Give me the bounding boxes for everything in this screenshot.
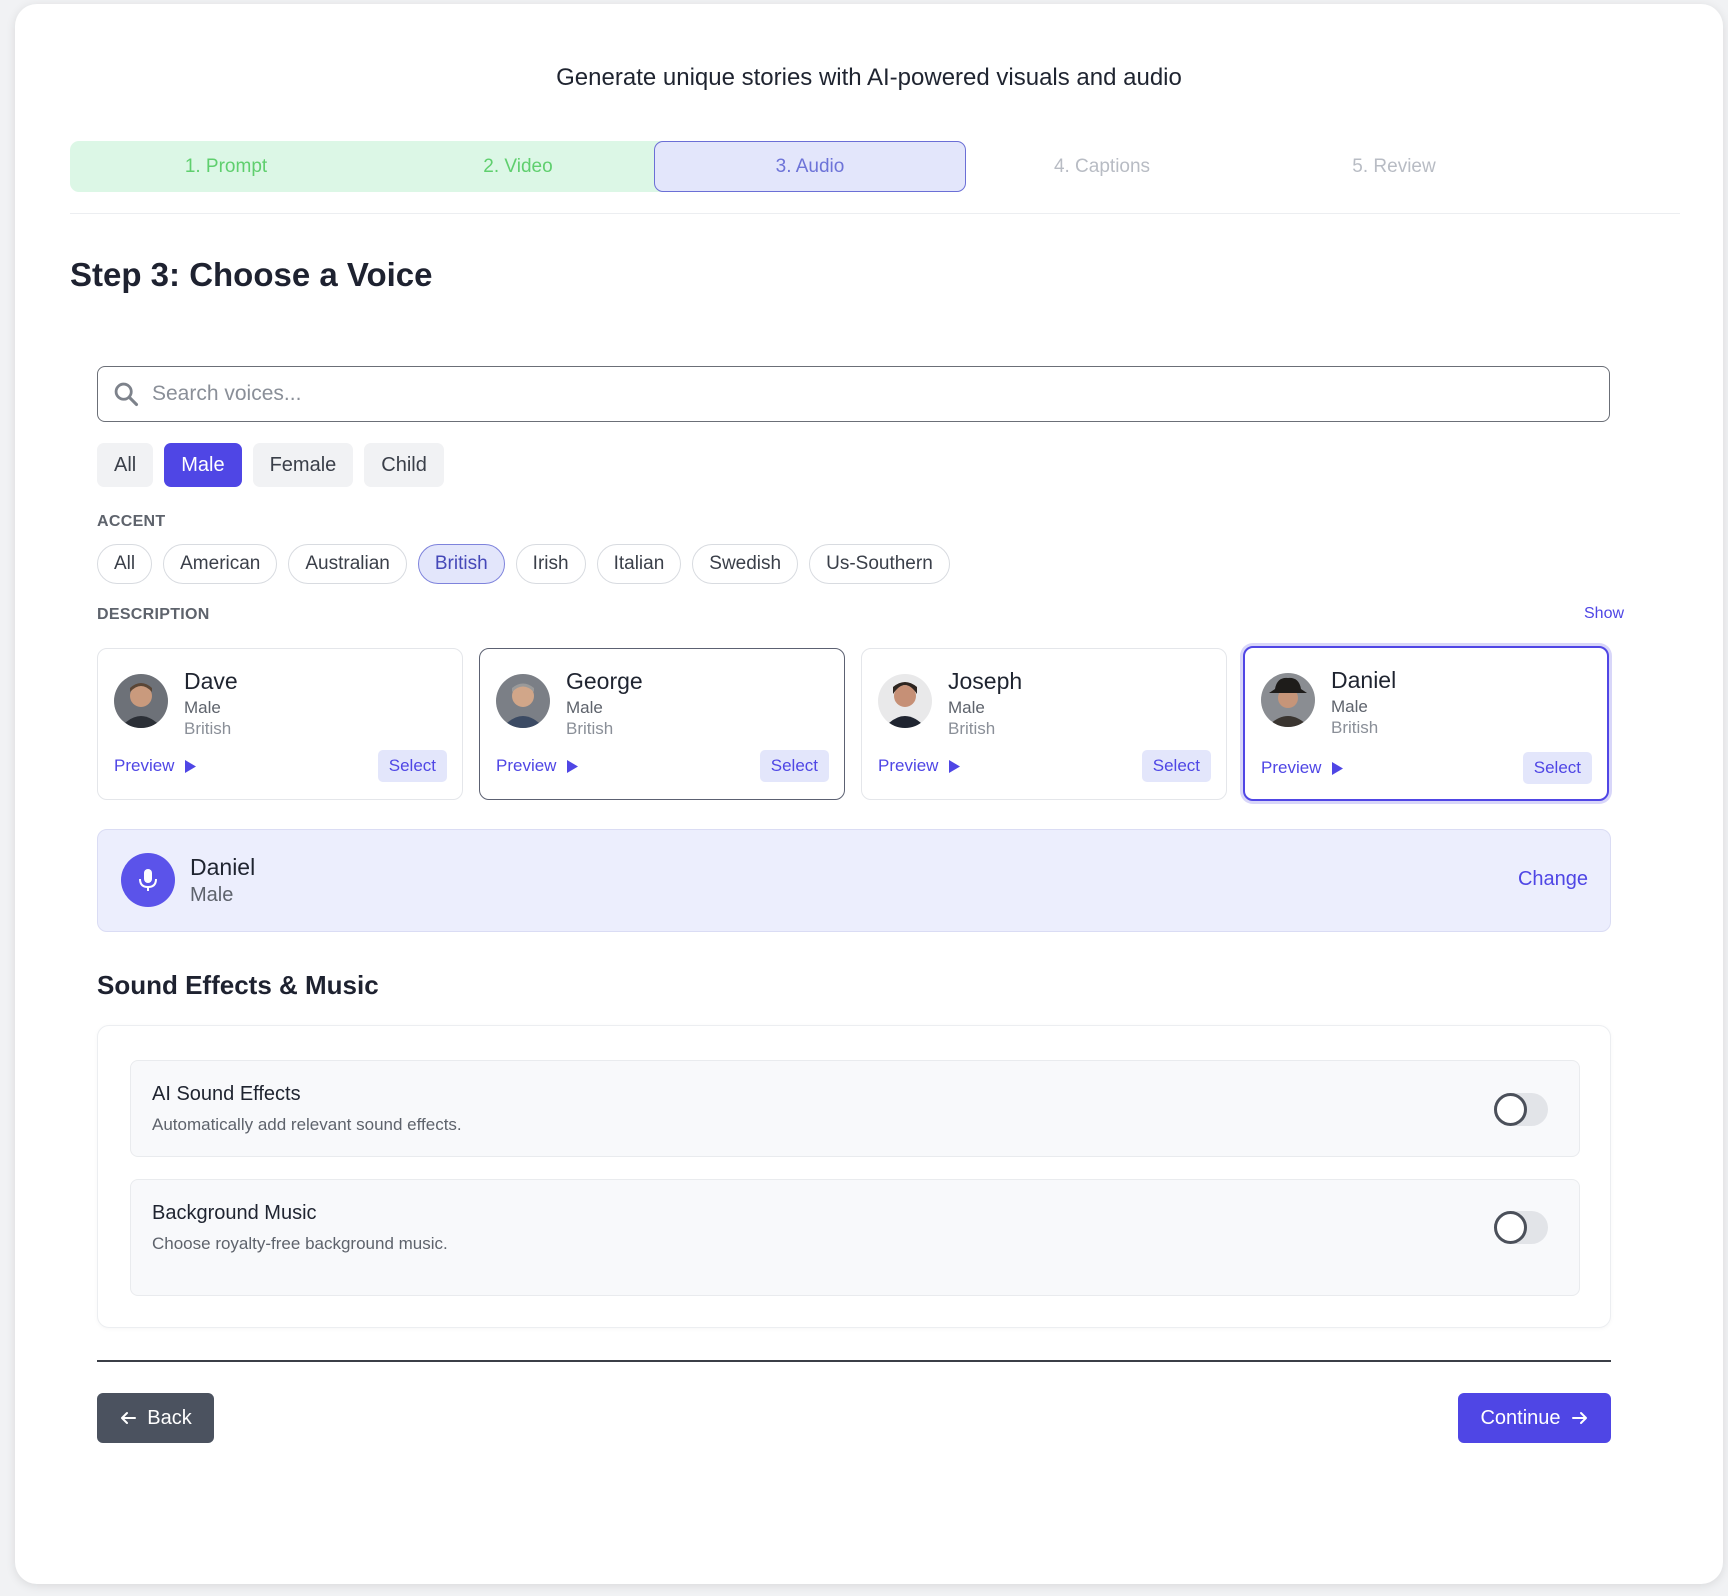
selected-voice-panel: Daniel Male Change — [97, 829, 1611, 932]
voice-card-dave[interactable]: Dave Male British Preview Select — [97, 648, 463, 800]
option-title: Background Music — [152, 1202, 317, 1224]
voice-name: Dave — [184, 668, 238, 694]
step-progress: 1. Prompt 2. Video 3. Audio 4. Captions … — [70, 141, 1680, 214]
change-voice-link[interactable]: Change — [1518, 868, 1588, 891]
description-label: DESCRIPTION — [97, 606, 210, 623]
preview-button[interactable]: Preview — [1261, 758, 1344, 778]
voice-accent: British — [948, 719, 996, 738]
toggle-knob — [1494, 1211, 1527, 1244]
option-description: Choose royalty-free background music. — [152, 1234, 448, 1253]
voice-card-george[interactable]: George Male British Preview Select — [479, 648, 845, 800]
option-background-music: Background Music Choose royalty-free bac… — [130, 1179, 1580, 1296]
search-input[interactable] — [152, 367, 1609, 421]
voice-accent: British — [1331, 718, 1379, 737]
gender-filter-all[interactable]: All — [97, 443, 154, 487]
avatar — [496, 674, 550, 728]
option-description: Automatically add relevant sound effects… — [152, 1115, 462, 1134]
gender-filter: All Male Female Child — [97, 443, 444, 487]
voice-name: Daniel — [1331, 667, 1397, 693]
select-button[interactable]: Select — [377, 750, 447, 782]
arrow-right-icon — [1571, 1412, 1587, 1424]
step-audio[interactable]: 3. Audio — [654, 141, 966, 192]
back-button[interactable]: Back — [97, 1393, 214, 1443]
accent-filter-us-southern[interactable]: Us-Southern — [809, 544, 950, 584]
search-icon — [114, 382, 139, 407]
preview-button[interactable]: Preview — [114, 756, 197, 776]
page-title: Step 3: Choose a Voice — [70, 256, 433, 293]
accent-filter-british[interactable]: British — [417, 544, 505, 584]
background-music-toggle[interactable] — [1494, 1211, 1548, 1244]
microphone-icon — [121, 853, 175, 907]
accent-label: ACCENT — [97, 513, 166, 530]
avatar — [1261, 673, 1315, 727]
voice-name: Joseph — [948, 668, 1023, 694]
gender-filter-male[interactable]: Male — [164, 443, 242, 487]
select-button[interactable]: Select — [1141, 750, 1211, 782]
avatar — [878, 674, 932, 728]
ai-sound-effects-toggle[interactable] — [1494, 1093, 1548, 1126]
voice-card-joseph[interactable]: Joseph Male British Preview Select — [861, 648, 1227, 800]
gender-filter-female[interactable]: Female — [252, 443, 354, 487]
accent-filter-american[interactable]: American — [163, 544, 278, 584]
preview-button[interactable]: Preview — [496, 756, 579, 776]
tagline: Generate unique stories with AI-powered … — [556, 64, 1182, 91]
accent-filter-italian[interactable]: Italian — [596, 544, 682, 584]
voice-gender: Male — [948, 698, 985, 717]
voice-name: George — [566, 668, 643, 694]
step-video[interactable]: 2. Video — [362, 141, 674, 192]
step-captions: 4. Captions — [1053, 155, 1151, 177]
accent-filter-australian[interactable]: Australian — [288, 544, 407, 584]
show-description-link[interactable]: Show — [1584, 605, 1624, 623]
play-icon — [567, 759, 579, 773]
voice-list: Dave Male British Preview Select George … — [97, 646, 1611, 801]
sound-section-title: Sound Effects & Music — [97, 970, 379, 1000]
voice-accent: British — [566, 719, 614, 738]
sound-options-panel: AI Sound Effects Automatically add relev… — [97, 1025, 1611, 1328]
accent-filter-irish[interactable]: Irish — [515, 544, 586, 584]
voice-gender: Male — [184, 698, 221, 717]
play-icon — [1332, 761, 1344, 775]
selected-voice-gender: Male — [190, 884, 234, 906]
accent-filter-swedish[interactable]: Swedish — [692, 544, 799, 584]
voice-gender: Male — [1331, 697, 1368, 716]
accent-filter: All American Australian British Irish It… — [97, 544, 950, 584]
voice-accent: British — [184, 719, 232, 738]
option-ai-sound-effects: AI Sound Effects Automatically add relev… — [130, 1060, 1580, 1157]
voice-card-daniel[interactable]: Daniel Male British Preview Select — [1243, 646, 1609, 801]
accent-filter-all[interactable]: All — [97, 544, 153, 584]
selected-voice-name: Daniel — [190, 854, 256, 880]
select-button[interactable]: Select — [1522, 752, 1592, 784]
arrow-left-icon — [121, 1412, 137, 1424]
voice-search — [97, 366, 1610, 422]
divider — [97, 1360, 1611, 1362]
option-title: AI Sound Effects — [152, 1083, 301, 1105]
voice-gender: Male — [566, 698, 603, 717]
step-review: 5. Review — [1352, 155, 1436, 177]
step-prompt[interactable]: 1. Prompt — [70, 141, 382, 192]
gender-filter-child[interactable]: Child — [364, 443, 444, 487]
preview-button[interactable]: Preview — [878, 756, 961, 776]
select-button[interactable]: Select — [759, 750, 829, 782]
play-icon — [949, 759, 961, 773]
play-icon — [185, 759, 197, 773]
continue-button[interactable]: Continue — [1458, 1393, 1611, 1443]
toggle-knob — [1494, 1093, 1527, 1126]
avatar — [114, 674, 168, 728]
